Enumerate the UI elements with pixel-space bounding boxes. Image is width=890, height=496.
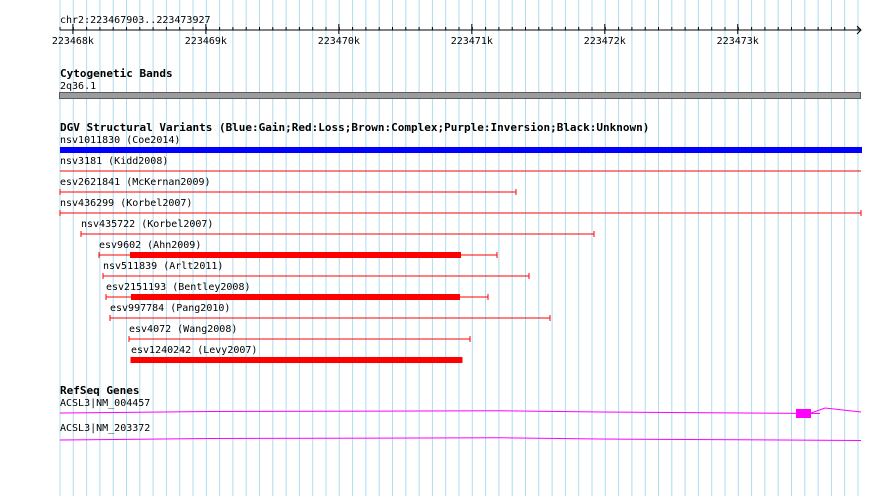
dgv-title: DGV Structural Variants (Blue:Gain;Red:L… [60,121,650,134]
ruler-tick-label: 223471k [451,36,493,47]
refseq-title: RefSeq Genes [60,384,140,397]
ruler-tick-label: 223470k [318,36,360,47]
cytobands-title: Cytogenetic Bands [60,67,173,80]
cytoband-bar[interactable] [59,92,861,99]
ruler-tick-label: 223468k [52,36,94,47]
ruler-tick-label: 223472k [584,36,626,47]
ruler[interactable]: 223468k 223469k 223470k 223471k 223472k 22347… [0,0,890,50]
ruler-tick-label: 223473k [717,36,759,47]
cytoband-label: 2q36.1 [60,81,97,92]
ruler-tick-label: 223469k [185,36,227,47]
